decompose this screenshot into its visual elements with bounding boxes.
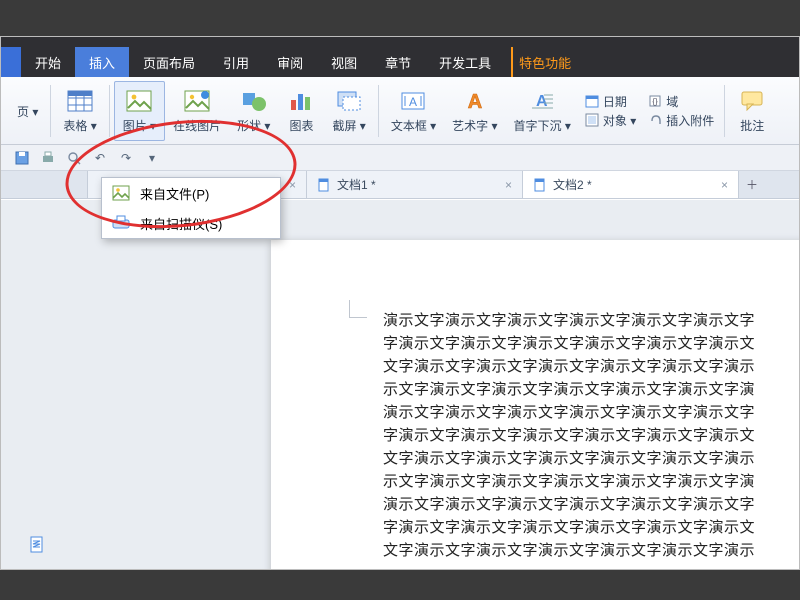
menu-tab-review[interactable]: 审阅: [263, 47, 317, 77]
attachment-icon: [648, 113, 662, 127]
menu-tab-references[interactable]: 引用: [209, 47, 263, 77]
menu-tab-special[interactable]: 特色功能: [511, 47, 585, 77]
body-line: 文字演示文字演示文字演示文字演示文字演示文字演示: [383, 540, 799, 563]
shapes-icon: [240, 87, 268, 115]
menu-tab-insert[interactable]: 插入: [75, 47, 129, 77]
dropcap-icon: A: [528, 87, 556, 115]
wordart-button[interactable]: A 艺术字 ▾: [444, 81, 505, 141]
online-picture-button[interactable]: 在线图片: [165, 81, 229, 141]
menu-item-label: 来自扫描仪(S): [140, 214, 222, 233]
body-line: 字演示文字演示文字演示文字演示文字演示文字演示文: [383, 425, 799, 448]
date-button[interactable]: 日期: [585, 93, 636, 110]
table-button[interactable]: 表格 ▾: [55, 81, 104, 141]
menu-item-label: 来自文件(P): [140, 184, 209, 203]
menu-tab-sections[interactable]: 章节: [371, 47, 425, 77]
from-file-item[interactable]: 来自文件(P): [102, 178, 280, 208]
picture-button[interactable]: 图片 ▾: [114, 81, 165, 141]
close-icon[interactable]: ×: [289, 178, 296, 192]
scanner-icon: [112, 214, 130, 232]
qat-save-icon[interactable]: [11, 148, 33, 168]
qat-dropdown-icon[interactable]: ▾: [141, 148, 163, 168]
calendar-icon: [585, 94, 599, 108]
body-line: 字演示文字演示文字演示文字演示文字演示文字演示文: [383, 517, 799, 540]
body-line: 演示文字演示文字演示文字演示文字演示文字演示文字: [383, 494, 799, 517]
body-line: 演示文字演示文字演示文字演示文字演示文字演示文字: [383, 310, 799, 333]
close-icon[interactable]: ×: [721, 178, 728, 192]
menu-bar: 开始 插入 页面布局 引用 审阅 视图 章节 开发工具 特色功能: [1, 47, 799, 77]
qat-redo-icon[interactable]: ↷: [115, 148, 137, 168]
menu-tab-devtools[interactable]: 开发工具: [425, 47, 505, 77]
attachment-button[interactable]: 插入附件: [648, 112, 714, 129]
document-page[interactable]: 演示文字演示文字演示文字演示文字演示文字演示文字 字演示文字演示文字演示文字演示…: [271, 240, 799, 569]
object-icon: [585, 113, 599, 127]
field-button[interactable]: {} 域: [648, 93, 714, 110]
add-tab-button[interactable]: ＋: [739, 171, 765, 198]
body-line: 演示文字演示文字演示文字演示文字演示文字演示文字: [383, 402, 799, 425]
body-line: 文字演示文字演示文字演示文字演示文字演示文字演示: [383, 448, 799, 471]
qat-preview-icon[interactable]: [63, 148, 85, 168]
table-icon: [66, 87, 94, 115]
doc-icon: [533, 178, 547, 192]
wordart-icon: A: [461, 87, 489, 115]
chart-icon: [287, 87, 315, 115]
qat-print-icon[interactable]: [37, 148, 59, 168]
ribbon-insert: 页 ▾ 表格 ▾ 图片 ▾ 在线图片 形状 ▾: [1, 77, 799, 145]
cover-page-button[interactable]: 页 ▾: [9, 81, 46, 141]
doc-tab-label: 文档2 *: [553, 176, 715, 193]
screenshot-icon: [335, 87, 363, 115]
textbox-button[interactable]: A 文本框 ▾: [383, 81, 444, 141]
dropcap-button[interactable]: A 首字下沉 ▾: [506, 81, 579, 141]
svg-text:A: A: [468, 91, 482, 112]
picture-dropdown-menu: 来自文件(P) 来自扫描仪(S): [101, 177, 281, 239]
app-menu-button[interactable]: [1, 47, 21, 77]
screenshot-button[interactable]: 截屏 ▾: [324, 81, 373, 141]
textbox-icon: A: [399, 87, 427, 115]
quick-access-toolbar: ↶ ↷ ▾: [1, 145, 799, 171]
menu-tab-view[interactable]: 视图: [317, 47, 371, 77]
doc-tab-2[interactable]: 文档2 * ×: [523, 171, 739, 198]
body-line: 示文字演示文字演示文字演示文字演示文字演示文字演: [383, 471, 799, 494]
doc-tab-1[interactable]: 文档1 * ×: [307, 171, 523, 198]
chart-button[interactable]: 图表: [278, 81, 324, 141]
comment-button[interactable]: 批注: [729, 81, 775, 141]
doc-tab-label: 文档1 *: [337, 176, 499, 193]
menu-tab-home[interactable]: 开始: [21, 47, 75, 77]
qat-undo-icon[interactable]: ↶: [89, 148, 111, 168]
picture-icon: [112, 184, 130, 202]
doc-icon: [317, 178, 331, 192]
body-line: 示文字演示文字演示文字演示文字演示文字演示文字演: [383, 379, 799, 402]
editor-workspace: 演示文字演示文字演示文字演示文字演示文字演示文字 字演示文字演示文字演示文字演示…: [1, 200, 799, 569]
comment-icon: [738, 87, 766, 115]
field-icon: {}: [648, 94, 662, 108]
picture-icon: [125, 87, 153, 115]
shapes-button[interactable]: 形状 ▾: [229, 81, 278, 141]
svg-text:A: A: [409, 95, 417, 109]
margin-marker: [349, 300, 367, 318]
svg-text:A: A: [536, 93, 548, 110]
svg-text:{}: {}: [653, 97, 659, 106]
body-line: 文字演示文字演示文字演示文字演示文字演示文字演示: [383, 356, 799, 379]
menu-tab-pagelayout[interactable]: 页面布局: [129, 47, 209, 77]
online-picture-icon: [183, 87, 211, 115]
body-line: 字演示文字演示文字演示文字演示文字演示文字演示文: [383, 333, 799, 356]
page-doc-icon: [27, 535, 47, 555]
close-icon[interactable]: ×: [505, 178, 512, 192]
from-scanner-item[interactable]: 来自扫描仪(S): [102, 208, 280, 238]
object-button[interactable]: 对象 ▾: [585, 112, 636, 129]
